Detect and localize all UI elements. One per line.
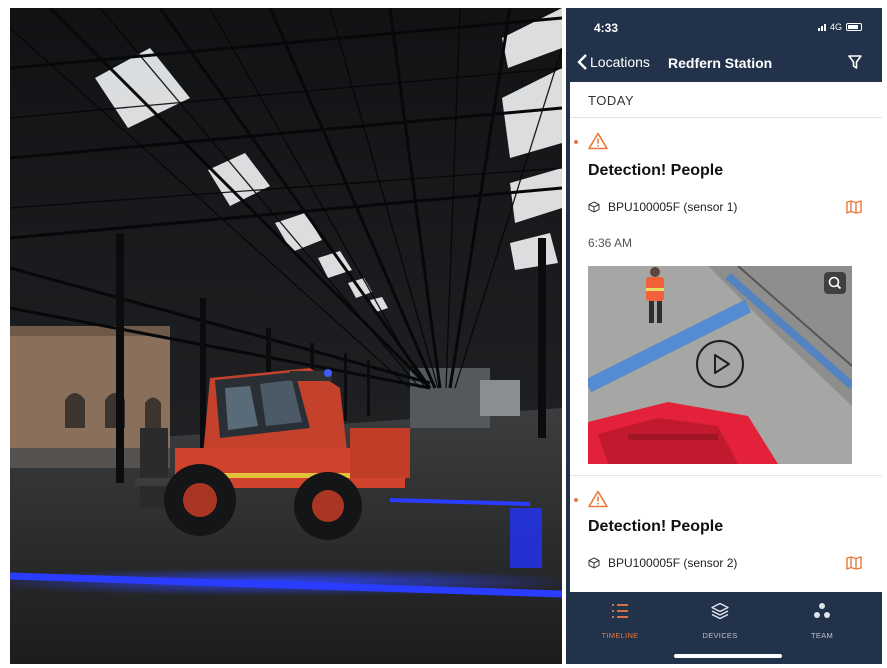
tab-label: DEVICES [702, 631, 738, 640]
warning-icon [588, 490, 608, 508]
event-time: 6:36 AM [588, 236, 633, 250]
timeline-dot [574, 140, 578, 144]
section-label: TODAY [588, 93, 635, 108]
status-bar: 4:33 4G [570, 8, 882, 44]
tab-team[interactable]: TEAM [782, 602, 862, 640]
play-button[interactable] [696, 340, 744, 388]
team-icon [814, 603, 830, 618]
warehouse-photo [10, 8, 562, 664]
sensor-label: BPU100005F (sensor 2) [608, 556, 738, 570]
chevron-left-icon [577, 54, 587, 70]
event-title: Detection! People [588, 162, 724, 179]
layers-icon [711, 602, 729, 620]
phone-screen: 4:33 4G Locations Redfern Station TODAY … [566, 8, 882, 664]
tab-label: TIMELINE [601, 631, 639, 640]
home-indicator [674, 654, 782, 658]
zoom-button[interactable] [824, 272, 846, 294]
tab-bar: TIMELINE DEVICES TEAM [570, 592, 882, 664]
back-label: Locations [590, 54, 650, 70]
tab-label: TEAM [810, 631, 834, 640]
battery-icon [846, 23, 862, 31]
cube-icon [588, 557, 600, 569]
map-icon[interactable] [846, 200, 862, 214]
event-card[interactable]: Detection! People BPU100005F (sensor 1) … [570, 118, 882, 476]
tab-devices[interactable]: DEVICES [680, 602, 760, 640]
video-thumbnail[interactable] [588, 266, 852, 464]
status-time: 4:33 [594, 21, 619, 35]
list-icon [612, 604, 628, 618]
signal-icon [817, 23, 826, 31]
warehouse-illustration [10, 8, 562, 664]
back-button[interactable]: Locations [576, 54, 650, 70]
sensor-row: BPU100005F (sensor 2) [588, 556, 737, 570]
section-header: TODAY [570, 82, 882, 118]
sensor-label: BPU100005F (sensor 1) [608, 200, 738, 214]
filter-button[interactable] [848, 54, 862, 75]
filter-icon [848, 55, 862, 69]
nav-bar: Locations Redfern Station [570, 44, 882, 82]
status-indicators: 4G [817, 22, 862, 32]
screenshot-frame: 4:33 4G Locations Redfern Station TODAY … [0, 0, 887, 668]
event-title: Detection! People [588, 518, 724, 535]
map-icon[interactable] [846, 556, 862, 570]
cube-icon [588, 201, 600, 213]
page-title: Redfern Station [668, 55, 773, 71]
warning-icon [588, 132, 608, 150]
event-card[interactable]: Detection! People BPU100005F (sensor 2) [570, 478, 882, 594]
search-icon [828, 276, 842, 290]
timeline-dot [574, 498, 578, 502]
network-label: 4G [829, 22, 842, 32]
sensor-row: BPU100005F (sensor 1) [588, 200, 737, 214]
play-icon [714, 354, 730, 374]
tab-timeline[interactable]: TIMELINE [580, 602, 660, 640]
